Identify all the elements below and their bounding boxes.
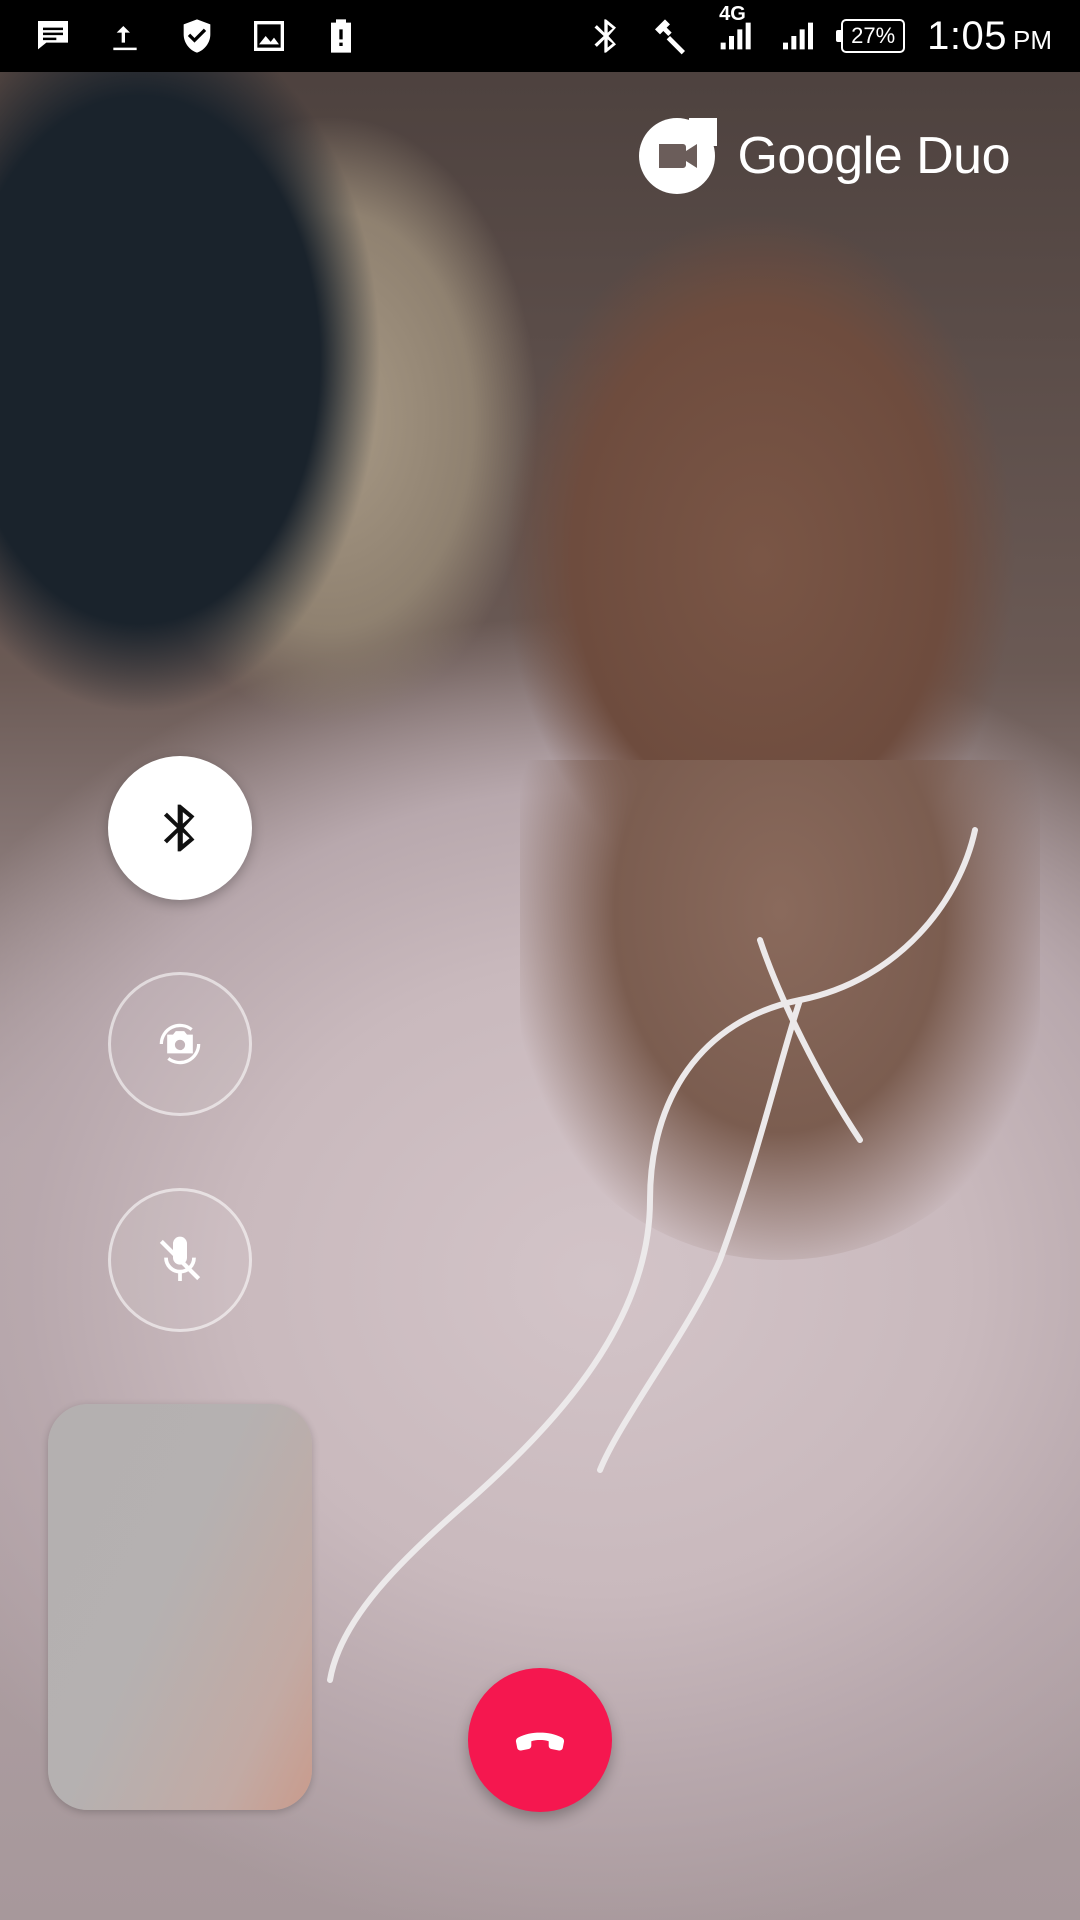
network-label: 4G <box>719 3 746 25</box>
clock-time: 1:05 <box>927 13 1007 58</box>
signal-4g-icon: 4G <box>713 3 755 57</box>
upload-icon <box>104 15 146 57</box>
battery-alert-icon <box>320 15 362 57</box>
mic-off-icon <box>159 1236 201 1281</box>
google-duo-logo: Google Duo <box>639 118 1010 194</box>
bluetooth-audio-button[interactable] <box>108 756 252 900</box>
shield-check-icon <box>176 15 218 57</box>
image-icon <box>248 15 290 57</box>
self-video-preview[interactable] <box>48 1404 312 1810</box>
flip-camera-button[interactable] <box>108 972 252 1116</box>
message-icon <box>32 15 74 57</box>
flip-camera-icon <box>159 1023 201 1065</box>
bluetooth-icon <box>163 804 195 852</box>
end-call-button[interactable] <box>468 1668 612 1812</box>
mute-microphone-button[interactable] <box>108 1188 252 1332</box>
clock-ampm: PM <box>1013 24 1052 55</box>
bluetooth-icon <box>585 15 627 57</box>
signal-icon <box>777 15 819 57</box>
status-clock: 1:05 PM <box>927 14 1052 59</box>
battery-indicator: 27% <box>836 19 906 53</box>
hammer-icon <box>649 15 691 57</box>
duo-logo-text: Google Duo <box>737 127 1010 185</box>
end-call-icon <box>515 1732 565 1751</box>
status-bar: 4G 27% 1:05 PM <box>0 0 1080 72</box>
duo-camera-icon <box>639 118 718 194</box>
